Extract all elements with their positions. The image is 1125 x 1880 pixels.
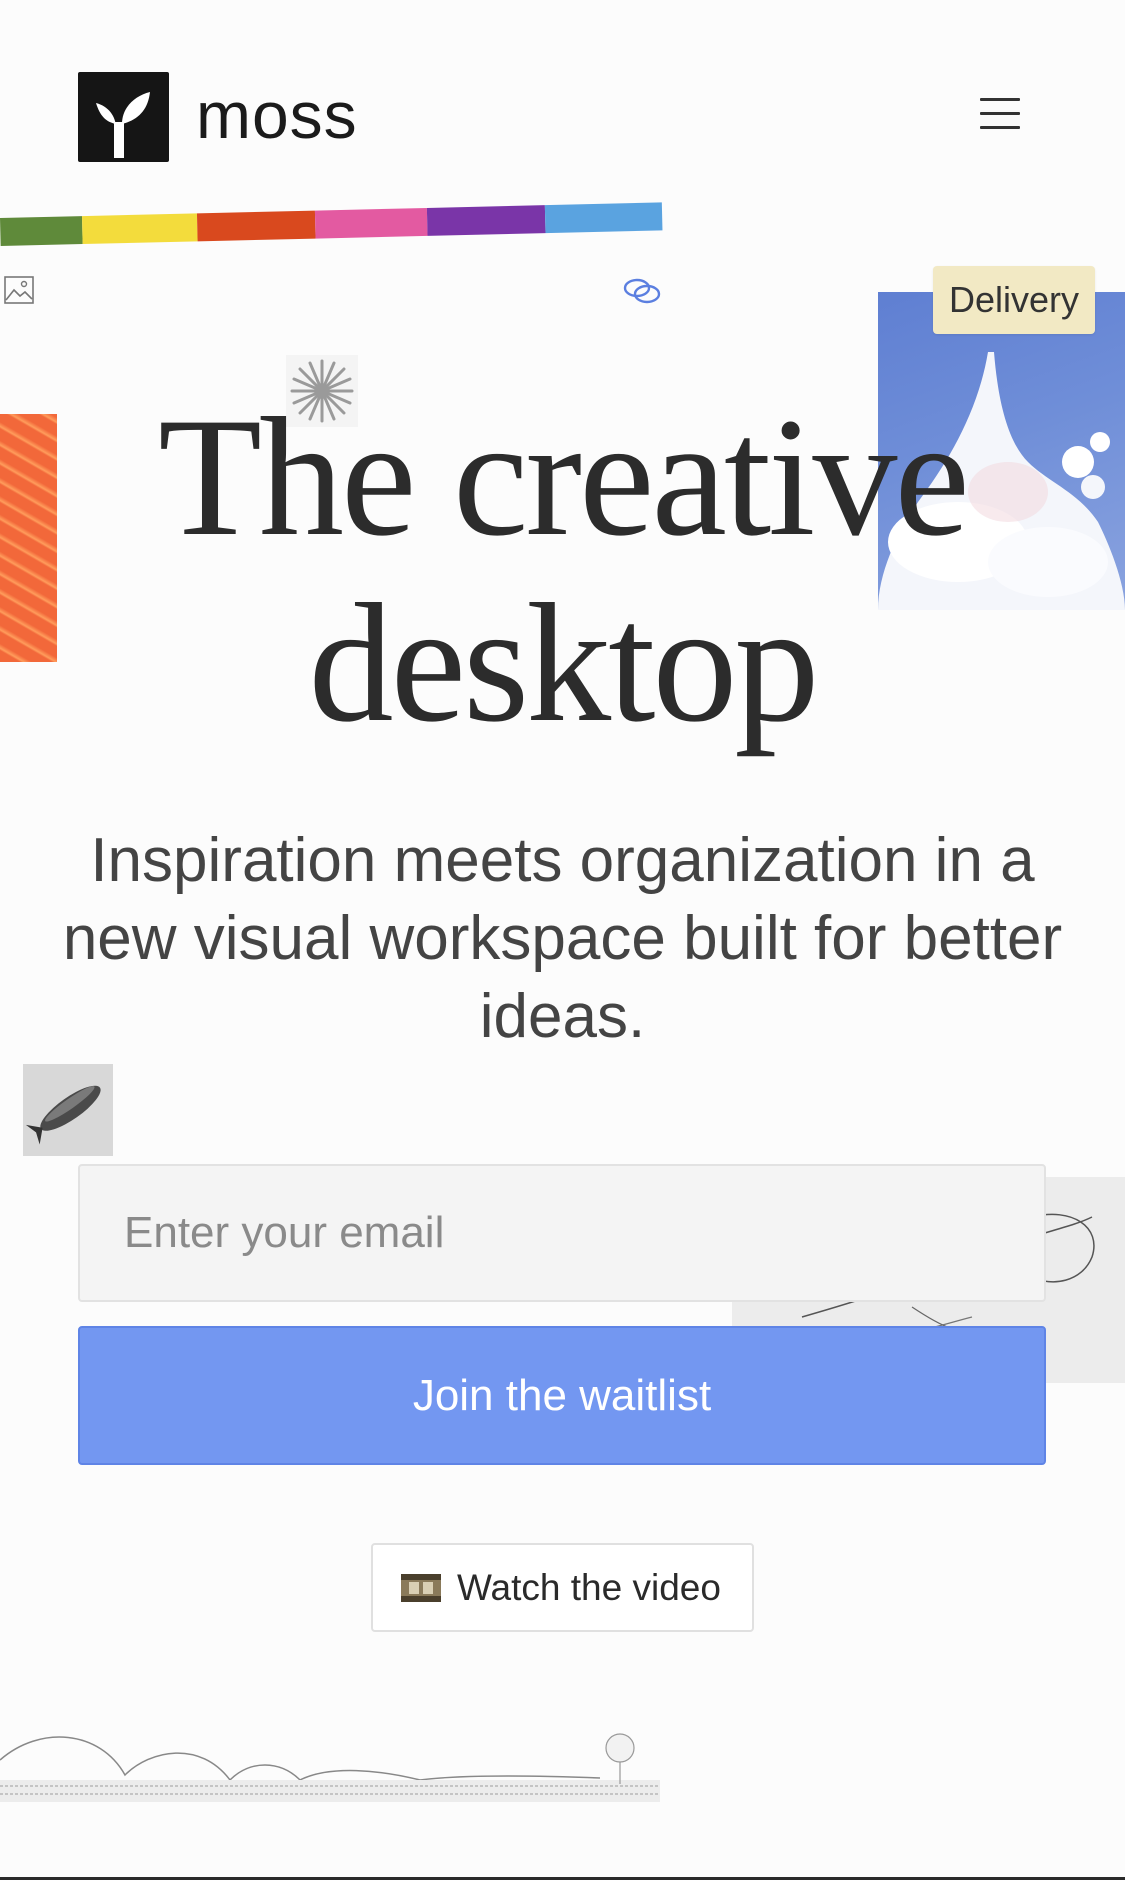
- hamburger-menu-icon[interactable]: [980, 98, 1020, 134]
- sprout-icon: [96, 92, 150, 158]
- hero-subtitle: Inspiration meets organization in a new …: [62, 826, 1063, 1051]
- join-waitlist-button[interactable]: Join the waitlist: [78, 1326, 1046, 1465]
- watch-video-label: Watch the video: [457, 1566, 721, 1608]
- moss-logo-mark[interactable]: [78, 72, 169, 162]
- image-placeholder-icon: [4, 276, 34, 309]
- film-reel-icon: [401, 1573, 441, 1602]
- hero-headline: The creative desktop: [0, 384, 1125, 756]
- headline-line-1: The creative: [158, 383, 970, 571]
- color-strip: [0, 202, 663, 246]
- landscape-sketch-image: [0, 1720, 672, 1820]
- airship-image: [23, 1064, 113, 1156]
- link-icon: [622, 276, 662, 311]
- delivery-tag: Delivery: [933, 266, 1096, 334]
- headline-line-2: desktop: [308, 569, 820, 757]
- watch-video-button[interactable]: Watch the video: [371, 1543, 754, 1632]
- email-input[interactable]: [78, 1164, 1046, 1302]
- logo-wordmark[interactable]: moss: [196, 72, 358, 158]
